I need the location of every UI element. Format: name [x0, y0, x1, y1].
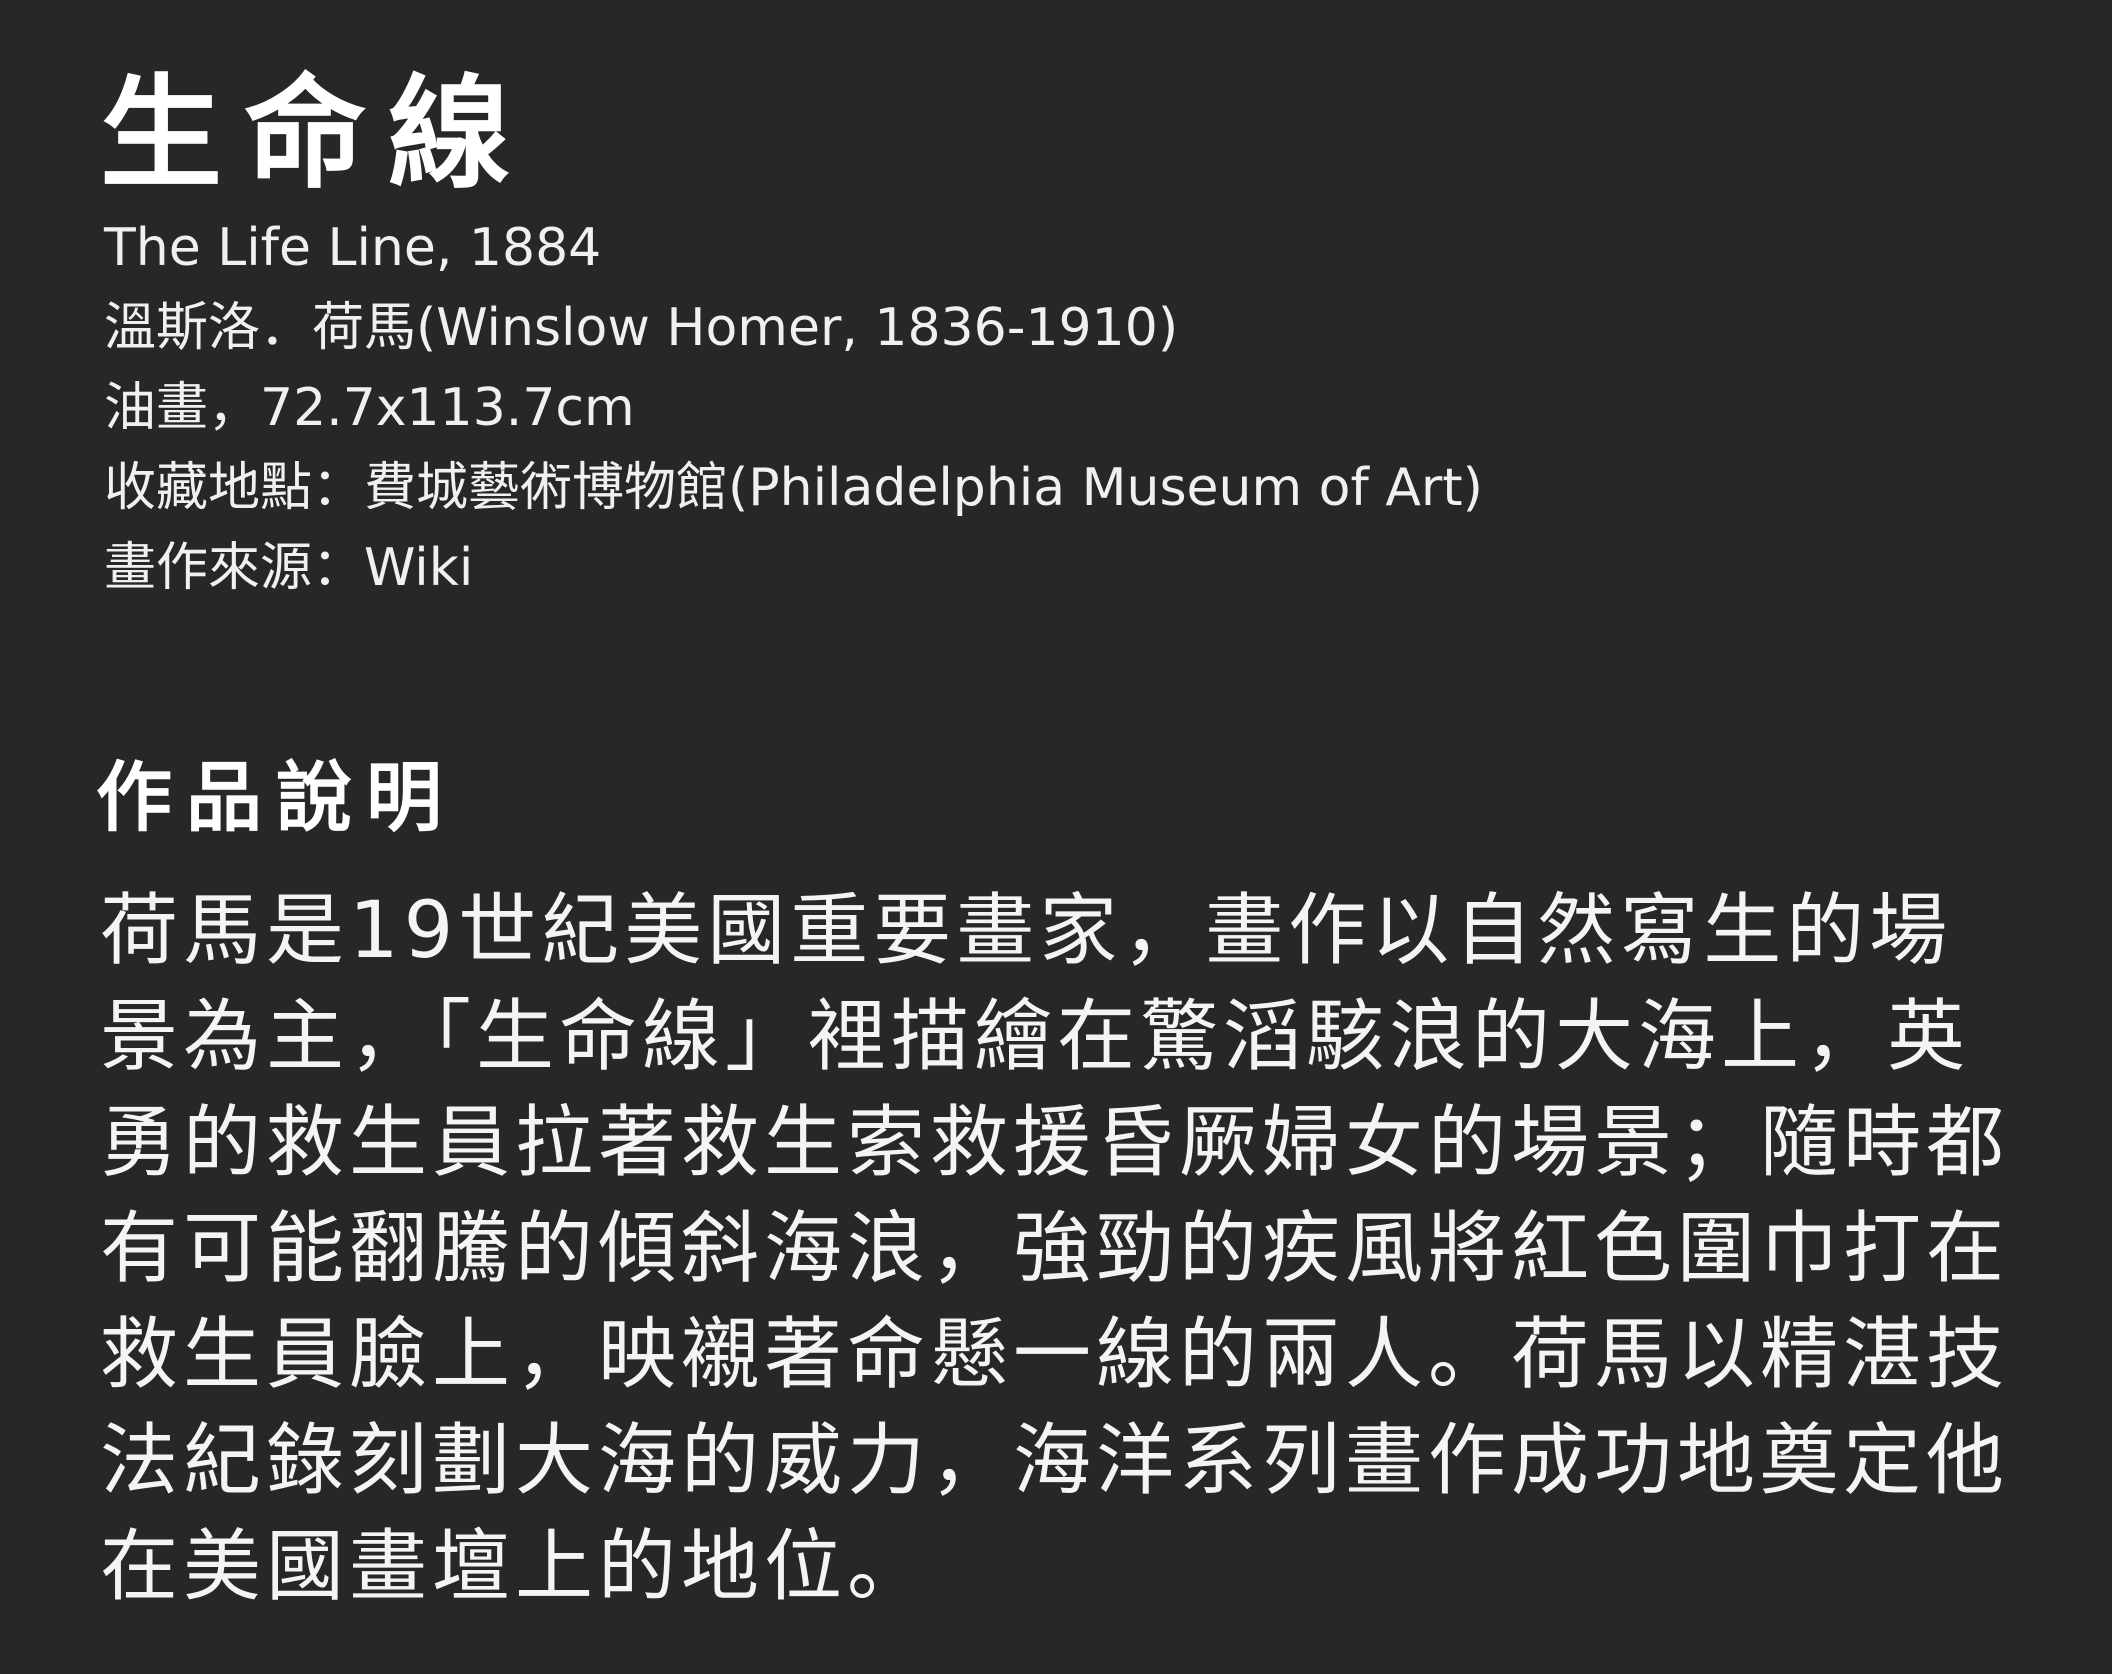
- location-line: 收藏地點：費城藝術博物館(Philadelphia Museum of Art): [104, 458, 1483, 518]
- artwork-title: 生命線: [100, 61, 532, 205]
- artist-line: 溫斯洛．荷馬(Winslow Homer, 1836-1910): [104, 298, 1179, 358]
- description-body: 荷馬是19世紀美國重要畫家，畫作以自然寫生的場景為主，「生命線」裡描繪在驚滔駭浪…: [100, 886, 2010, 1612]
- artwork-info-panel: 生命線 The Life Line, 1884 溫斯洛．荷馬(Winslow H…: [0, 0, 2112, 1674]
- english-title: The Life Line, 1884: [104, 218, 602, 278]
- description-heading: 作品說明: [96, 753, 456, 842]
- artwork-meta-list: The Life Line, 1884 溫斯洛．荷馬(Winslow Homer…: [104, 208, 1483, 608]
- source-line: 畫作來源：Wiki: [104, 538, 474, 598]
- medium-line: 油畫，72.7x113.7cm: [104, 378, 635, 438]
